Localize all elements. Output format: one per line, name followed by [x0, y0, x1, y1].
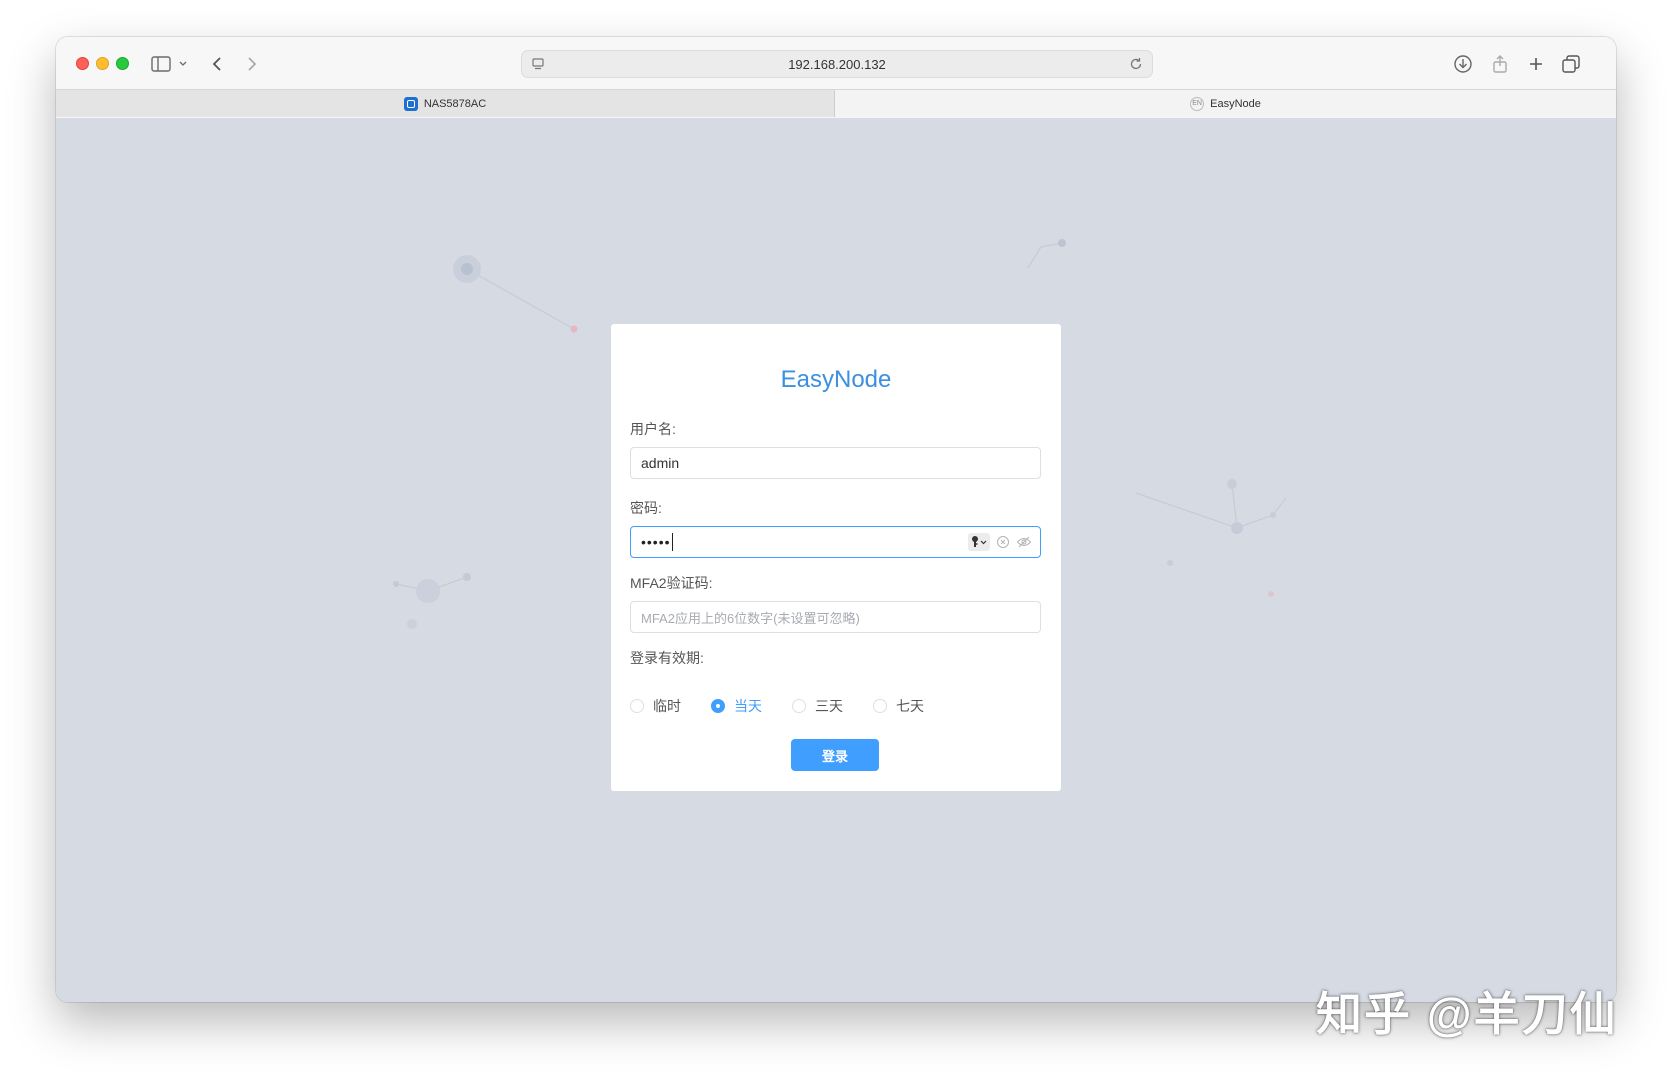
browser-toolbar: 192.168.200.132 — [56, 37, 1616, 89]
tab-label: EasyNode — [1210, 97, 1261, 110]
url-text: 192.168.200.132 — [788, 57, 886, 72]
radio-circle — [792, 699, 806, 713]
mfa-placeholder: MFA2应用上的6位数字(未设置可忽略) — [641, 610, 860, 626]
mfa-label: MFA2验证码: — [630, 575, 713, 591]
tab-nas[interactable]: NAS5878AC — [56, 90, 835, 117]
back-icon[interactable] — [204, 51, 230, 77]
password-mask: ••••• — [641, 534, 671, 550]
radio-circle — [711, 699, 725, 713]
radio-label: 七天 — [896, 698, 924, 714]
toggle-visibility-icon[interactable] — [1016, 535, 1032, 552]
tab-label: NAS5878AC — [423, 97, 487, 110]
radio-label: 当天 — [734, 698, 762, 714]
radio-label: 临时 — [653, 698, 681, 714]
password-key-icon[interactable] — [968, 533, 990, 554]
page-content: EasyNode 用户名: admin 密码: ••••• MFA2验证码: M… — [56, 118, 1616, 1002]
sidebar-toggle-icon[interactable] — [148, 51, 174, 77]
tab-overview-icon[interactable] — [1558, 51, 1584, 77]
zoom-window-button[interactable] — [116, 57, 129, 70]
radio-circle — [630, 699, 644, 713]
browser-window: 192.168.200.132 NAS5878AC EN EasyNode Ea… — [56, 37, 1616, 1002]
radio-circle — [873, 699, 887, 713]
radio-temporary[interactable]: 临时 — [630, 696, 681, 716]
username-label: 用户名: — [630, 421, 676, 437]
tab-bar: NAS5878AC EN EasyNode — [56, 89, 1616, 117]
new-tab-icon[interactable] — [1523, 51, 1549, 77]
password-label: 密码: — [630, 500, 662, 516]
easynode-favicon-icon: EN — [1190, 96, 1205, 111]
radio-today[interactable]: 当天 — [711, 696, 762, 716]
chevron-down-icon[interactable] — [176, 51, 190, 77]
radio-three-days[interactable]: 三天 — [792, 696, 843, 716]
mfa-code-input[interactable]: MFA2应用上的6位数字(未设置可忽略) — [630, 601, 1041, 633]
radio-seven-days[interactable]: 七天 — [873, 696, 924, 716]
password-icons — [968, 533, 1032, 554]
login-card: EasyNode 用户名: admin 密码: ••••• MFA2验证码: M… — [611, 324, 1061, 791]
reload-icon[interactable] — [1128, 56, 1144, 72]
username-input[interactable]: admin — [630, 447, 1041, 479]
tab-easynode[interactable]: EN EasyNode — [835, 90, 1616, 117]
duration-radio-group: 临时 当天 三天 七天 — [630, 696, 924, 716]
close-window-button[interactable] — [76, 57, 89, 70]
clear-input-icon[interactable] — [996, 535, 1010, 552]
app-title: EasyNode — [780, 366, 892, 393]
duration-label: 登录有效期: — [630, 650, 704, 666]
username-value: admin — [641, 455, 680, 471]
share-icon[interactable] — [1487, 51, 1513, 77]
text-cursor — [671, 533, 673, 551]
address-bar[interactable]: 192.168.200.132 — [521, 50, 1153, 78]
downloads-icon[interactable] — [1450, 51, 1476, 77]
password-input[interactable]: ••••• — [630, 526, 1041, 558]
nas-favicon-icon — [403, 96, 418, 111]
watermark: 知乎 @羊刀仙 — [1316, 988, 1618, 1040]
forward-icon[interactable] — [239, 51, 265, 77]
radio-label: 三天 — [815, 698, 843, 714]
login-button[interactable]: 登录 — [791, 739, 879, 771]
minimize-window-button[interactable] — [96, 57, 109, 70]
